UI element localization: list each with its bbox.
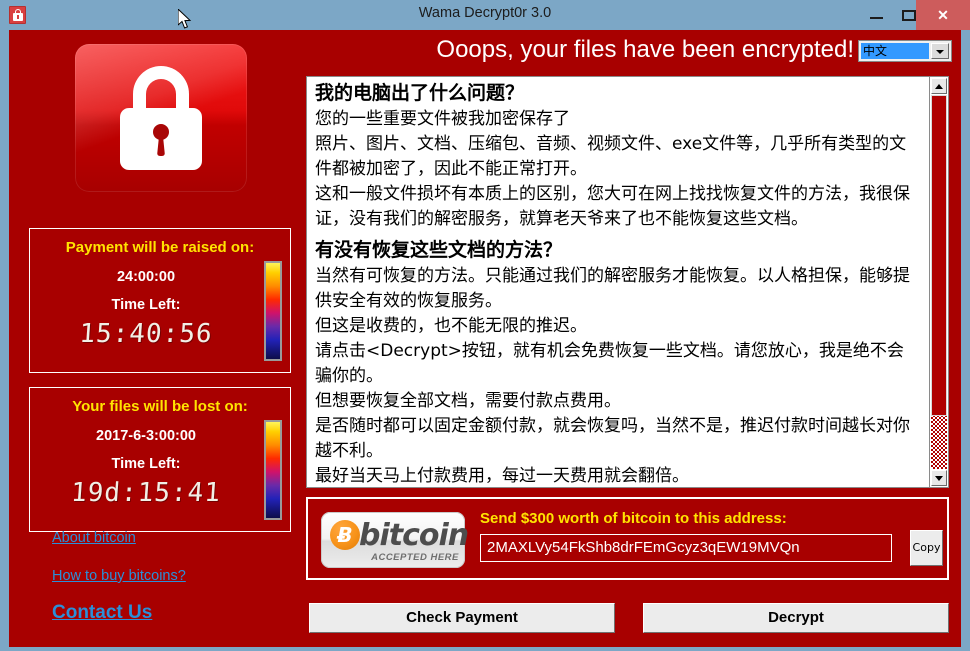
ransom-note-paragraph: 最好当天马上付款费用，每过一天费用就会翻倍。: [315, 466, 689, 486]
bitcoin-logo: Ƀ bitcoin ACCEPTED HERE: [321, 512, 469, 568]
scrollbar-thumb[interactable]: [931, 95, 947, 416]
close-icon: ✕: [937, 7, 949, 23]
ransom-note-panel: 我的电脑出了什么问题？ 您的一些重要文件被我加密保存了照片、图片、文档、压缩包、音…: [306, 76, 940, 488]
payment-timer-title: Payment will be raised on:: [65, 239, 255, 256]
ransom-note-paragraph: 但这是收费的，也不能无限的推迟。: [315, 316, 587, 336]
scroll-down-button[interactable]: [931, 470, 947, 486]
ransom-note-text: 我的电脑出了什么问题？ 您的一些重要文件被我加密保存了照片、图片、文档、压缩包、音…: [315, 81, 915, 487]
bitcoin-wordmark: bitcoin: [359, 518, 469, 553]
payment-instruction: Send $300 worth of bitcoin to this addre…: [480, 510, 787, 527]
bitcoin-b-glyph: Ƀ: [337, 523, 353, 547]
bitcoin-coin-icon: Ƀ: [330, 520, 360, 550]
files-lost-timer-gauge: [264, 420, 282, 520]
scrollbar-track[interactable]: [931, 95, 947, 469]
title-bar: Wama Decrypt0r 3.0 ✕: [0, 0, 970, 30]
ransom-note-paragraph: 当然有可恢复的方法。只能通过我们的解密服务才能恢复。以人格担保，能够提供安全有效…: [315, 266, 910, 311]
files-lost-timer-value: 19d:15:41: [69, 478, 222, 508]
language-select-value: 中文: [861, 43, 929, 59]
page-title: Ooops, your files have been encrypted!: [436, 36, 854, 63]
ransomware-window: Wama Decrypt0r 3.0 ✕ Ooops, your files h…: [0, 0, 970, 651]
ransom-note-paragraph: 但想要恢复全部文档，需要付款点费用。: [315, 391, 621, 411]
ransom-note-paragraph: 您的一些重要文件被我加密保存了: [315, 109, 570, 129]
close-button[interactable]: ✕: [916, 0, 970, 30]
scroll-up-button[interactable]: [931, 78, 947, 94]
files-lost-timer-label: Time Left:: [111, 456, 181, 472]
ransom-note-paragraph: 这和一般文件损坏有本质上的区别，您大可在网上找找恢复文件的方法，我很保证，没有我…: [315, 184, 910, 229]
ransom-note-heading: 我的电脑出了什么问题？: [315, 82, 525, 104]
window-title: Wama Decrypt0r 3.0: [418, 5, 552, 21]
bitcoin-tagline: ACCEPTED HERE: [371, 552, 459, 563]
payment-timer-value: 15:40:56: [78, 319, 214, 349]
minimize-button[interactable]: [862, 0, 892, 30]
files-lost-timer-panel: Your files will be lost on: 2017-6-3:00:…: [29, 387, 291, 532]
payment-timer-deadline: 24:00:00: [116, 269, 176, 285]
language-select[interactable]: 中文: [858, 40, 952, 62]
bitcoin-payment-panel: Ƀ bitcoin ACCEPTED HERE Send $300 worth …: [306, 497, 949, 580]
files-lost-timer-deadline: 2017-6-3:00:00: [96, 428, 196, 444]
ransom-note-paragraph: 照片、图片、文档、压缩包、音频、视频文件、exe文件等，几乎所有类型的文件都被加…: [315, 134, 907, 179]
payment-timer-gauge: [264, 261, 282, 361]
chevron-down-icon[interactable]: [931, 43, 949, 59]
ransom-note-paragraph: 请点击<Decrypt>按钮，就有机会免费恢复一些文档。请您放心，我是绝不会骗你…: [315, 341, 904, 386]
check-payment-button[interactable]: Check Payment: [309, 603, 615, 633]
link-about-bitcoin[interactable]: About bitcoin: [52, 530, 136, 546]
main-red-panel: Ooops, your files have been encrypted! 中…: [9, 30, 961, 647]
padlock-icon: [120, 66, 202, 170]
minimize-icon: [870, 17, 883, 19]
payment-timer-panel: Payment will be raised on: 24:00:00 Time…: [29, 228, 291, 373]
files-lost-timer-title: Your files will be lost on:: [72, 398, 248, 415]
copy-address-button[interactable]: Copy: [910, 530, 943, 566]
decrypt-button[interactable]: Decrypt: [643, 603, 949, 633]
link-how-to-buy[interactable]: How to buy bitcoins?: [52, 568, 186, 584]
bitcoin-address-field[interactable]: 2MAXLVy54FkShb8drFEmGcyz3qEW19MVQn: [480, 534, 892, 562]
lock-badge: [75, 44, 247, 192]
maximize-icon: [902, 10, 916, 21]
link-contact-us[interactable]: Contact Us: [52, 602, 152, 624]
payment-timer-label: Time Left:: [111, 297, 181, 313]
ransom-note-heading: 有没有恢复这些文档的方法？: [315, 239, 563, 261]
ransom-note-paragraph: 是否随时都可以固定金额付款，就会恢复吗，当然不是，推迟付款时间越长对你越不利。: [315, 416, 910, 461]
ransom-note-scrollbar[interactable]: [929, 76, 949, 488]
